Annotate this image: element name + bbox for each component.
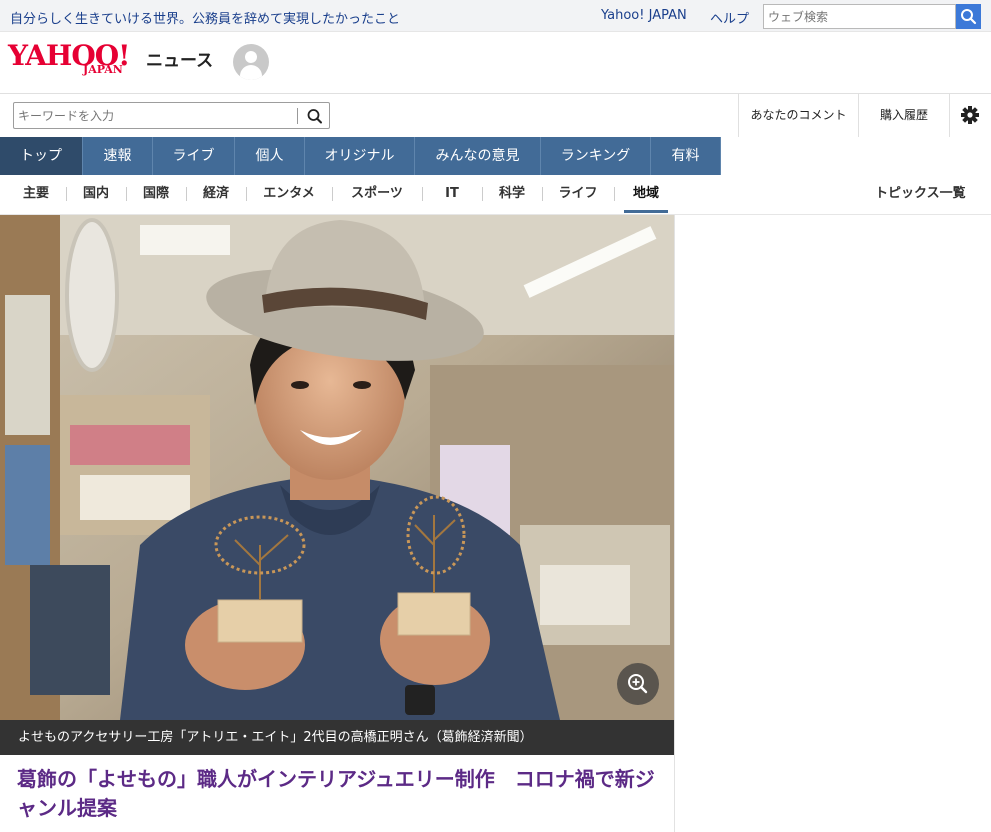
- sub-nav-local[interactable]: 地域: [624, 175, 668, 213]
- main-nav-original[interactable]: オリジナル: [305, 137, 415, 175]
- featured-headline-link[interactable]: 自分らしく生きていける世界。公務員を辞めて実現したかったこと: [10, 8, 400, 27]
- yahoo-japan-link[interactable]: Yahoo! JAPAN: [601, 8, 687, 23]
- my-comments-link[interactable]: あなたのコメント: [738, 94, 858, 137]
- sub-nav-domestic[interactable]: 国内: [74, 175, 118, 213]
- topics-list-link[interactable]: トピックス一覧: [875, 175, 966, 213]
- logo-japan: JAPAN: [83, 63, 123, 76]
- sub-nav-entertainment[interactable]: エンタメ: [254, 175, 324, 213]
- zoom-in-icon: [628, 674, 648, 694]
- sub-nav-it[interactable]: IT: [430, 175, 474, 213]
- article-title: 葛飾の「よせもの」職人がインテリアジュエリー制作 コロナ禍で新ジャンル提案: [17, 767, 655, 820]
- purchase-history-link[interactable]: 購入履歴: [858, 94, 949, 137]
- sub-nav-world[interactable]: 国際: [134, 175, 178, 213]
- top-bar: 自分らしく生きていける世界。公務員を辞めて実現したかったこと Yahoo! JA…: [0, 0, 991, 32]
- sub-nav-economy[interactable]: 経済: [194, 175, 238, 213]
- sub-nav-sports[interactable]: スポーツ: [340, 175, 414, 213]
- sub-nav-life[interactable]: ライフ: [550, 175, 606, 213]
- photo-caption: よせものアクセサリー工房「アトリエ・エイト」2代目の高橋正明さん（葛飾経済新聞）: [0, 720, 674, 755]
- photo-zoom-button[interactable]: [617, 663, 659, 705]
- main-nav-breaking[interactable]: 速報: [83, 137, 153, 175]
- main-navigation: トップ 速報 ライブ 個人 オリジナル みんなの意見 ランキング 有料: [0, 137, 991, 175]
- article-photo[interactable]: [0, 215, 674, 720]
- keyword-search-button[interactable]: [305, 107, 325, 125]
- sub-nav-divider: [332, 187, 333, 201]
- sub-nav-divider: [66, 187, 67, 201]
- avatar[interactable]: [233, 44, 269, 80]
- sub-navigation: 主要 国内 国際 経済 エンタメ スポーツ IT 科学 ライフ 地域 トピックス…: [0, 175, 991, 215]
- sub-nav-divider: [614, 187, 615, 201]
- sub-nav-divider: [422, 187, 423, 201]
- search-icon: [307, 109, 322, 124]
- sub-nav-divider: [482, 187, 483, 201]
- keyword-search-box: [13, 102, 330, 129]
- sub-nav-divider: [126, 187, 127, 201]
- main-nav-top[interactable]: トップ: [0, 137, 83, 175]
- logo-service-name[interactable]: ニュース: [146, 46, 213, 71]
- main-nav-ranking[interactable]: ランキング: [541, 137, 651, 175]
- sub-nav-divider: [186, 187, 187, 201]
- avatar-head: [245, 51, 257, 63]
- web-search-button[interactable]: [956, 4, 981, 29]
- search-icon: [961, 9, 977, 25]
- sub-nav-divider: [246, 187, 247, 201]
- web-search-input[interactable]: [763, 4, 956, 29]
- main-nav-paid[interactable]: 有料: [651, 137, 721, 175]
- sub-nav-main[interactable]: 主要: [14, 175, 58, 213]
- search-row: あなたのコメント 購入履歴: [0, 93, 991, 137]
- search-divider: [297, 108, 298, 124]
- photo-illustration: [0, 215, 674, 720]
- column-divider: [674, 215, 675, 832]
- sub-nav-science[interactable]: 科学: [490, 175, 534, 213]
- main-nav-opinions[interactable]: みんなの意見: [415, 137, 541, 175]
- yahoo-news-logo[interactable]: YAHOO! JAPAN: [8, 41, 148, 81]
- gear-icon: [961, 106, 979, 124]
- help-link[interactable]: ヘルプ: [710, 8, 749, 27]
- sub-nav-divider: [542, 187, 543, 201]
- main-nav-live[interactable]: ライブ: [153, 137, 235, 175]
- main-nav-individual[interactable]: 個人: [235, 137, 305, 175]
- settings-button[interactable]: [949, 94, 991, 137]
- keyword-search-input[interactable]: [18, 107, 298, 125]
- avatar-body: [240, 65, 262, 80]
